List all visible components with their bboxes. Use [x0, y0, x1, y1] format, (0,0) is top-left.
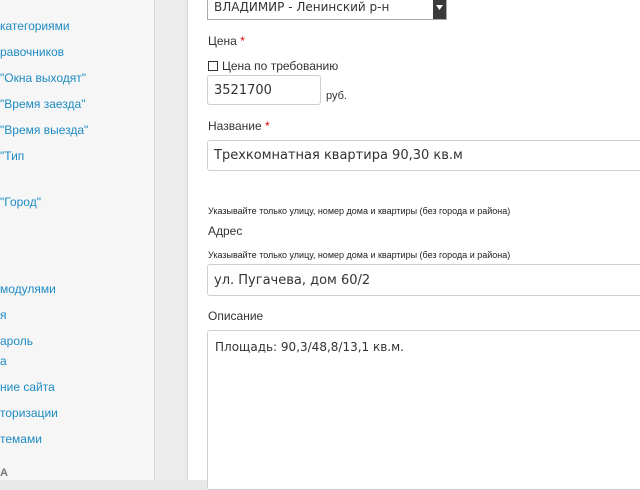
sidebar-item-modules[interactable]: модулями — [0, 282, 56, 296]
sidebar-section-label: А — [0, 467, 8, 479]
address-input[interactable]: ул. Пугачева, дом 60/2 — [207, 264, 640, 296]
edit-form-panel: ВЛАДИМИР - Ленинский р-н Цена * Цена по … — [187, 0, 640, 490]
region-select[interactable]: ВЛАДИМИР - Ленинский р-н — [207, 0, 447, 20]
sidebar: категориями равочников "Окна выходят" "В… — [0, 0, 155, 480]
sidebar-item-checkin-time[interactable]: "Время заезда" — [0, 97, 85, 111]
region-select-value: ВЛАДИМИР - Ленинский р-н — [214, 0, 390, 14]
address-label: Адрес — [208, 224, 243, 238]
sidebar-item-windows-face[interactable]: "Окна выходят" — [0, 71, 86, 85]
price-required-mark: * — [240, 34, 245, 48]
address-hint: Указывайте только улицу, номер дома и кв… — [208, 250, 511, 260]
sidebar-item-8[interactable]: я — [0, 308, 7, 322]
sidebar-item-references[interactable]: равочников — [0, 45, 64, 59]
address-hint-top: Указывайте только улицу, номер дома и кв… — [208, 206, 511, 216]
name-required-mark: * — [264, 119, 270, 133]
sidebar-item-categories[interactable]: категориями — [0, 19, 70, 33]
price-input[interactable]: 3521700 — [207, 75, 321, 105]
sidebar-item-site[interactable]: ние сайта — [0, 380, 55, 394]
sidebar-item-type[interactable]: "Тип — [0, 149, 24, 163]
sidebar-item-password[interactable]: ароль — [0, 334, 33, 348]
description-textarea[interactable]: Площадь: 90,3/48,8/13,1 кв.м. — [207, 330, 640, 490]
sidebar-item-authorization[interactable]: торизации — [0, 406, 58, 420]
content-gap — [155, 0, 186, 480]
chevron-down-icon[interactable] — [433, 0, 446, 19]
sidebar-item-10[interactable]: а — [0, 354, 7, 368]
name-label: Название * — [208, 119, 270, 133]
price-on-request-checkbox[interactable] — [208, 61, 218, 71]
price-unit: руб. — [326, 90, 347, 102]
description-label: Описание — [208, 309, 264, 323]
sidebar-item-themes[interactable]: темами — [0, 432, 42, 446]
sidebar-item-checkout-time[interactable]: "Время выезда" — [0, 123, 88, 137]
name-input[interactable]: Трехкомнатная квартира 90,30 кв.м — [207, 140, 640, 171]
price-on-request-label: Цена по требованию — [222, 59, 339, 73]
price-label: Цена * — [208, 34, 245, 48]
sidebar-item-city[interactable]: "Город" — [0, 195, 41, 209]
